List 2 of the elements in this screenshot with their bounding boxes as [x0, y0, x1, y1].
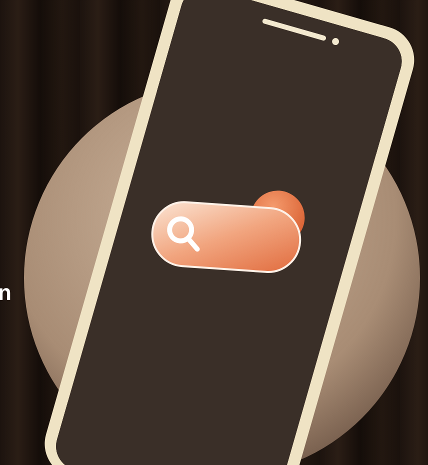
search-toggle-icon: [149, 190, 305, 276]
speaker-and-camera-icon: [262, 18, 340, 46]
